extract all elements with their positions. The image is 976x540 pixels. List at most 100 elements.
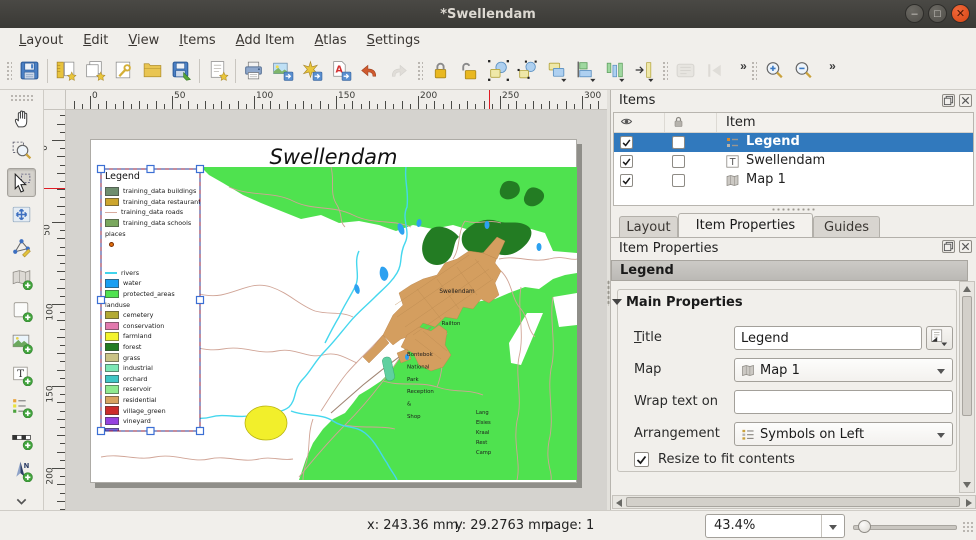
layout-manager-icon [112,59,135,82]
add-map-button[interactable] [7,264,36,293]
add-scale-bar-button[interactable] [7,424,36,453]
add-items-from-template-button[interactable] [203,56,232,86]
zoom-slider-handle[interactable] [858,520,871,533]
menu-settings[interactable]: Settings [358,31,429,50]
export-as-image-button[interactable] [268,56,297,86]
props-float-button[interactable] [942,240,955,253]
menu-atlas[interactable]: Atlas [306,31,356,50]
horizontal-scrollbar[interactable] [612,495,976,509]
save-icon [18,59,41,82]
map-title-item[interactable]: Swellendam [91,145,576,169]
add-label-button[interactable]: T [7,360,36,389]
undo-button[interactable] [355,56,384,86]
map-select[interactable]: Map 1 [734,358,953,382]
close-button[interactable]: ✕ [951,4,970,23]
save-button[interactable] [15,56,44,86]
export-as-svg-button[interactable] [297,56,326,86]
zoom-slider[interactable] [853,525,957,530]
arrangement-select[interactable]: Symbols on Left [734,422,953,446]
move-item-content-button[interactable] [7,200,36,229]
data-defined-override-button[interactable] [926,326,953,350]
add-north-arrow-button[interactable]: N [7,456,36,485]
item-label: Swellendam [746,153,825,168]
visibility-checkbox[interactable] [620,136,633,149]
cursor-y-readout: y: 29.2763 mm [455,518,553,533]
add-3d-map-button[interactable] [7,296,36,325]
lock-checkbox[interactable] [672,155,685,168]
legend-item[interactable]: Legend training_data buildingstraining_d… [101,169,200,431]
new-layout-button[interactable] [51,56,80,86]
menu-layout[interactable]: Layout [10,31,72,50]
zoom-level-combo[interactable]: 43.4% [705,514,845,538]
lock-checkbox[interactable] [672,136,685,149]
toolbar-more-button[interactable] [7,488,36,506]
toolbar-overflow-button[interactable]: » [729,56,747,86]
toolbar-grip [5,60,12,82]
resize-selected-items-button[interactable] [629,56,658,86]
print-button[interactable] [239,56,268,86]
export-pdf-icon: A [329,59,352,82]
add-legend-button[interactable] [7,392,36,421]
items-row-swellendam[interactable]: T Swellendam [614,152,973,171]
duplicate-layout-button[interactable] [80,56,109,86]
menu-items[interactable]: Items [170,31,224,50]
save-as-template-button[interactable] [167,56,196,86]
zoom-out-button[interactable] [789,56,818,86]
pan-layout-button[interactable] [7,104,36,133]
menu-view[interactable]: View [119,31,168,50]
layout-canvas[interactable]: Swellendam [66,110,607,510]
raise-selected-items-button[interactable] [542,56,571,86]
wrap-text-input[interactable] [734,390,953,414]
ruler-label: 150 [338,91,355,101]
align-selected-items-button[interactable] [571,56,600,86]
select-move-item-button[interactable] [7,168,36,197]
map-label: Map [634,362,661,377]
section-header[interactable]: Main Properties [626,295,743,310]
svg-text:T: T [729,157,736,168]
ruler-label: 300 [584,91,601,101]
menu-edit[interactable]: Edit [74,31,117,50]
legend-line-swatch [105,272,117,274]
add-picture-button[interactable] [7,328,36,357]
open-layout-button[interactable] [138,56,167,86]
visibility-checkbox[interactable] [620,155,633,168]
items-row-map-1[interactable]: Map 1 [614,171,973,190]
zoom-in-icon [763,59,786,82]
zoom-in-button[interactable] [760,56,789,86]
window-resize-grip[interactable] [962,521,974,533]
lock-selected-items-button[interactable] [426,56,455,86]
toolbar-overflow-2-button[interactable]: » [818,56,836,86]
ruler-corner [44,90,66,110]
props-close-button[interactable] [959,240,972,253]
export-as-pdf-button[interactable]: A [326,56,355,86]
minimize-button[interactable]: – [905,4,924,23]
group-items-button[interactable] [484,56,513,86]
items-splitter-grip[interactable] [771,207,817,212]
ungroup-items-button[interactable] [513,56,542,86]
layout-manager-button[interactable] [109,56,138,86]
items-row-legend[interactable]: Legend [614,133,973,152]
distribute-selected-items-button[interactable] [600,56,629,86]
vertical-scrollbar[interactable] [959,281,975,493]
tab-guides[interactable]: Guides [813,216,880,237]
tab-layout[interactable]: Layout [619,216,678,237]
items-close-button[interactable] [959,94,972,107]
legend-entry: training_data schools [105,218,200,229]
zoom-layout-button[interactable] [7,136,36,165]
unlock-all-items-button[interactable] [455,56,484,86]
tab-item-properties[interactable]: Item Properties [678,213,813,237]
menu-add-item[interactable]: Add Item [227,31,304,50]
legend-title-input[interactable] [734,326,922,350]
visibility-checkbox[interactable] [620,174,633,187]
ruler-label: 50 [174,91,185,101]
items-float-button[interactable] [942,94,955,107]
lock-checkbox[interactable] [672,174,685,187]
toolbar-separator [199,59,200,83]
edit-nodes-item-button[interactable] [7,232,36,261]
legend-swatch [105,332,119,341]
maximize-button[interactable]: □ [928,4,947,23]
legend-entry: forest [105,342,200,353]
wrap-text-label: Wrap text on [634,394,718,409]
resize-to-fit-checkbox[interactable] [634,452,649,467]
panel-tabs: LayoutItem PropertiesGuides [611,214,976,238]
